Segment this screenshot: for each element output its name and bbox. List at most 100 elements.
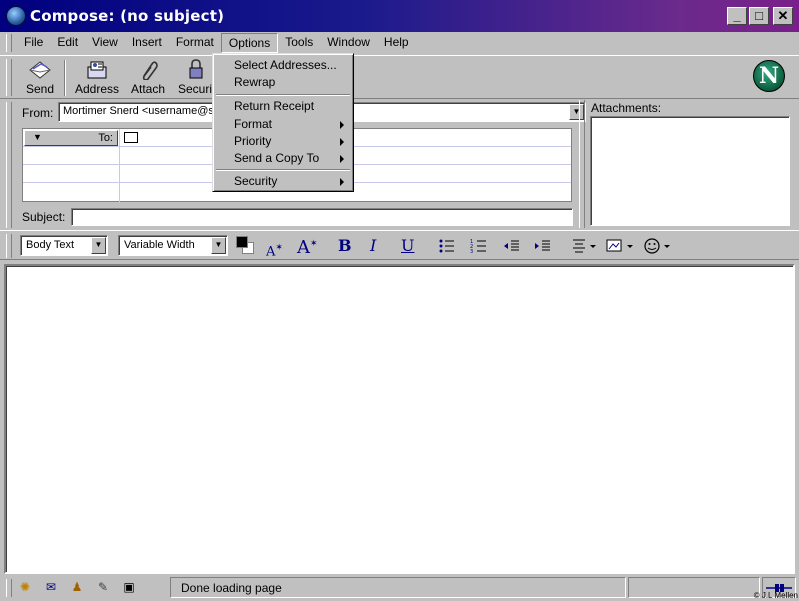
main-toolbar: Send Address Attach Securi N [0, 55, 799, 99]
font-select[interactable]: Variable Width ▼ [118, 235, 228, 256]
attachments-label: Attachments: [591, 101, 662, 115]
menu-separator [216, 94, 350, 96]
copyright-text: © J.L Mellen [753, 591, 798, 600]
pane-splitter[interactable] [579, 100, 585, 228]
subject-input[interactable] [71, 208, 573, 226]
from-label: From: [22, 106, 54, 120]
security-label: Securi [178, 82, 213, 96]
menu-view[interactable]: View [85, 33, 125, 53]
options-menu-item-label: Security [234, 174, 278, 188]
menu-file[interactable]: File [17, 33, 50, 53]
attach-label: Attach [130, 82, 166, 96]
menu-options[interactable]: Options [220, 33, 279, 53]
netscape-logo[interactable]: N [753, 60, 785, 92]
component-bar: ✺ ✉ ♟ ✎ ▣ [14, 579, 164, 597]
decrease-indent-icon[interactable] [502, 238, 520, 254]
options-menu-item-return-receipt[interactable]: Return Receipt [216, 98, 350, 115]
bold-button[interactable]: B [338, 237, 352, 255]
smaller-font-label: A [266, 244, 276, 260]
format-toolbar-grip[interactable] [6, 234, 12, 258]
menu-tools[interactable]: Tools [278, 33, 320, 53]
align-dropdown-icon[interactable] [570, 238, 598, 254]
menu-insert[interactable]: Insert [125, 33, 169, 53]
close-button[interactable]: ✕ [773, 7, 793, 25]
menu-separator [216, 169, 350, 171]
toolbar-separator [64, 60, 66, 96]
window-title: Compose: (no subject) [30, 7, 225, 25]
insert-object-dropdown-icon[interactable] [605, 237, 637, 255]
options-menu-item-label: Rewrap [234, 75, 276, 89]
font-dropdown-arrow-icon[interactable]: ▼ [211, 237, 226, 254]
paperclip-icon [142, 61, 158, 80]
options-menu-item-label: Select Addresses... [234, 58, 337, 72]
svg-text:3: 3 [470, 249, 473, 254]
address-pane-grip[interactable] [6, 102, 12, 228]
italic-button[interactable]: I [370, 237, 376, 255]
smaller-font-button[interactable]: A✶ [266, 239, 283, 261]
send-label: Send [25, 82, 55, 96]
attachments-pane: Attachments: [588, 100, 795, 230]
options-menu-item-security[interactable]: Security [216, 173, 350, 190]
format-toolbar: Body Text ▼ Variable Width ▼ A✶ A✶ B I U… [0, 230, 799, 260]
recipient-type-label: To: [98, 132, 113, 144]
toolbar-grip[interactable] [6, 59, 12, 96]
address-book-icon [87, 61, 107, 79]
recipient-column-divider [119, 129, 120, 203]
attachments-list[interactable] [590, 116, 790, 226]
address-card-icon [124, 132, 138, 143]
title-bar[interactable]: Compose: (no subject) _ □ ✕ [0, 0, 799, 32]
lock-icon [189, 59, 203, 79]
options-menu: Select Addresses... Rewrap Return Receipt F… [212, 53, 354, 192]
recipient-type-select[interactable]: ▼ To: [24, 130, 118, 146]
increase-indent-icon[interactable] [533, 238, 551, 254]
menubar-grip[interactable] [6, 34, 12, 52]
navigator-icon[interactable]: ✺ [16, 579, 34, 595]
message-body-editor[interactable] [4, 264, 795, 574]
options-menu-item-format[interactable]: Format [216, 116, 350, 133]
paragraph-style-dropdown-arrow-icon[interactable]: ▼ [91, 237, 106, 254]
options-menu-item-label: Send a Copy To [234, 151, 320, 165]
smaller-font-star-icon: ✶ [275, 243, 283, 253]
submenu-arrow-icon [340, 178, 344, 186]
subject-label: Subject: [22, 210, 66, 224]
larger-font-button[interactable]: A✶ [297, 235, 318, 257]
compose-app-icon[interactable] [6, 6, 26, 26]
security-button[interactable]: Securi [178, 58, 212, 96]
options-menu-item-send-a-copy-to[interactable]: Send a Copy To [216, 150, 350, 167]
larger-font-star-icon: ✶ [310, 239, 318, 249]
menu-help[interactable]: Help [377, 33, 416, 53]
status-bar: ✺ ✉ ♟ ✎ ▣ Done loading page © J.L Mellen [0, 575, 799, 601]
attach-button[interactable]: Attach [129, 58, 167, 96]
options-menu-item-label: Priority [234, 134, 272, 148]
menu-edit[interactable]: Edit [50, 33, 85, 53]
menu-window[interactable]: Window [320, 33, 377, 53]
options-menu-item-label: Return Receipt [234, 99, 315, 113]
statusbar-grip[interactable] [6, 579, 12, 597]
send-button[interactable]: Send [22, 58, 58, 96]
address-book-small-icon[interactable]: ▣ [120, 579, 138, 595]
menu-format[interactable]: Format [169, 33, 221, 53]
paragraph-style-select[interactable]: Body Text ▼ [20, 235, 108, 256]
minimize-button[interactable]: _ [727, 7, 747, 25]
font-value: Variable Width [124, 239, 195, 251]
bulleted-list-icon[interactable] [438, 238, 456, 254]
address-button[interactable]: Address [74, 58, 120, 96]
instant-messenger-icon[interactable]: ♟ [68, 579, 86, 595]
text-color-swatch [236, 236, 248, 248]
status-text: Done loading page [181, 581, 282, 595]
maximize-button[interactable]: □ [749, 7, 769, 25]
submenu-arrow-icon [340, 155, 344, 163]
menu-bar: File Edit View Insert Format Options Tools Wind… [0, 32, 799, 54]
numbered-list-icon[interactable]: 1 2 3 [470, 238, 488, 254]
mail-icon[interactable]: ✉ [42, 579, 60, 595]
underline-button[interactable]: U [401, 237, 414, 255]
options-menu-item-rewrap[interactable]: Rewrap [216, 74, 350, 91]
paragraph-style-value: Body Text [26, 239, 75, 251]
smiley-dropdown-icon[interactable] [643, 237, 675, 255]
options-menu-item-select-addresses[interactable]: Select Addresses... [216, 57, 350, 74]
status-progress-field [628, 577, 760, 598]
recipient-type-arrow-icon: ▼ [33, 132, 42, 142]
composer-icon[interactable]: ✎ [94, 579, 112, 595]
options-menu-item-priority[interactable]: Priority [216, 133, 350, 150]
text-color-button[interactable] [236, 236, 256, 256]
